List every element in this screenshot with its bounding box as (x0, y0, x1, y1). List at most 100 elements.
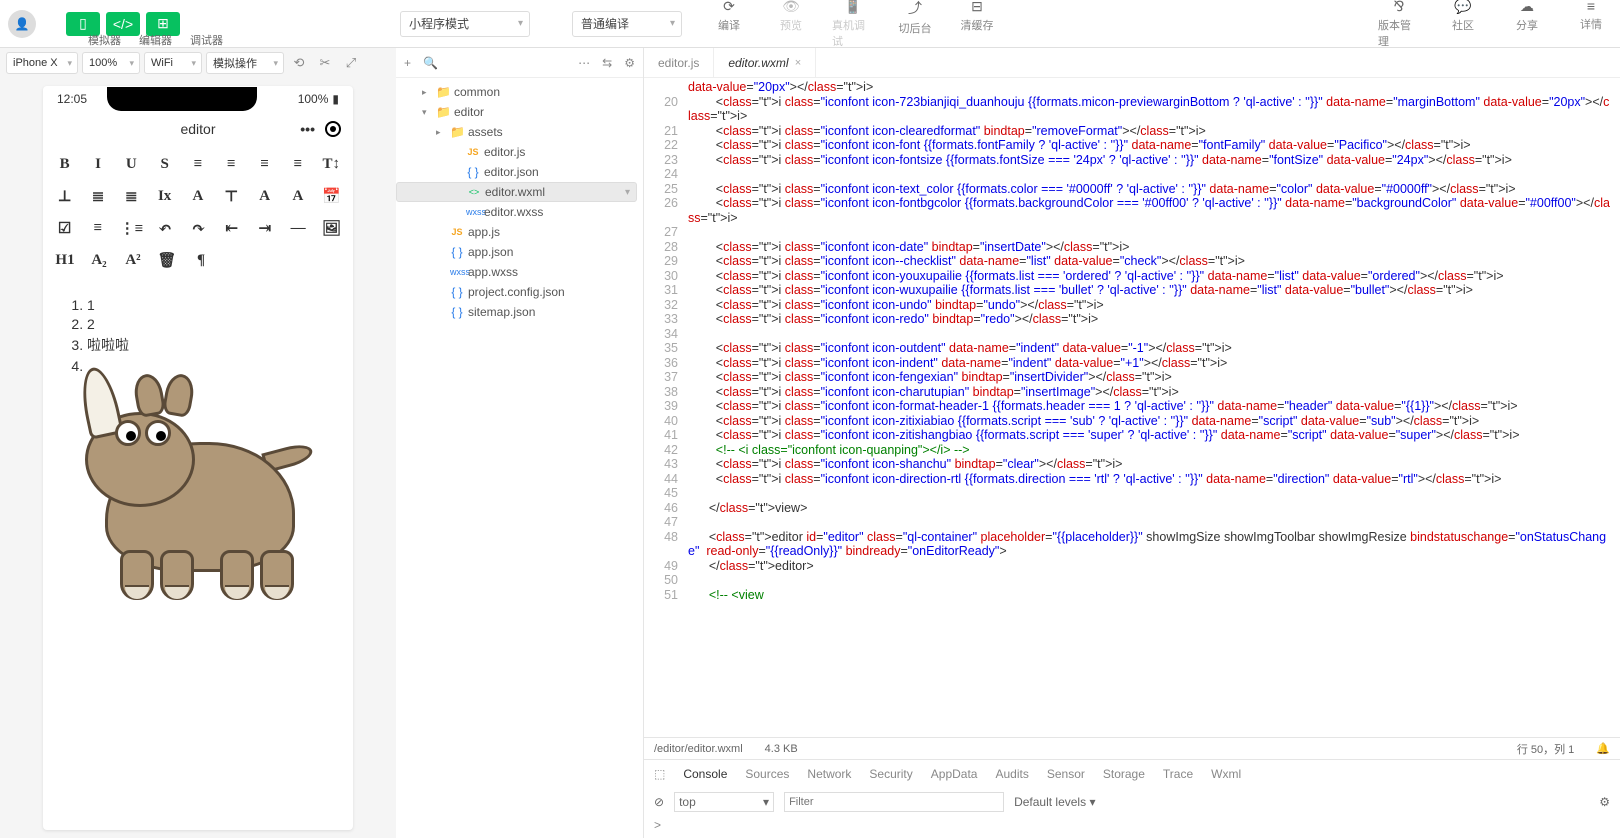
toolbar-🗑[interactable]: 🗑 (157, 250, 177, 270)
toolbar-≣[interactable]: ≣ (88, 186, 107, 206)
toolbar-I[interactable]: I (88, 154, 107, 174)
toolbar-☑[interactable]: ☑ (55, 218, 74, 238)
toolbar-≡[interactable]: ≡ (188, 154, 207, 174)
rich-editor-toolbar: BIUS≡≡≡≡T↕⊥≣≣IxA⊤AA📅☑≡⋮≡↶↷⇤⇥—🖼H1A₂A²🗑¶ (43, 146, 353, 290)
console-tab-Console[interactable]: Console (683, 767, 727, 781)
console-tab-Trace[interactable]: Trace (1163, 767, 1193, 781)
file-explorer: + 🔍 ⋯ ⇆ ⚙ ▸📁common▾📁editor▸📁assetsJSedit… (396, 48, 644, 838)
toolbar-—[interactable]: — (289, 218, 308, 238)
tree-editor.json[interactable]: { }editor.json (396, 162, 643, 182)
console-tab-Network[interactable]: Network (807, 767, 851, 781)
action-切后台[interactable]: ⤴切后台 (894, 0, 936, 49)
avatar[interactable]: 👤 (8, 10, 36, 38)
editor-content[interactable]: 12啦啦啦 (43, 290, 353, 614)
collapse-icon[interactable]: ⇆ (602, 56, 612, 70)
tab-editor.js[interactable]: editor.js (644, 48, 714, 77)
filter-input[interactable] (784, 792, 1004, 812)
tab-editor.wxml[interactable]: editor.wxml× (714, 48, 816, 77)
tree-app.wxss[interactable]: wxssapp.wxss (396, 262, 643, 282)
toolbar-A²[interactable]: A² (123, 250, 143, 270)
toolbar-⊥[interactable]: ⊥ (55, 186, 74, 206)
settings-icon[interactable]: ⚙ (624, 56, 635, 70)
toolbar-⇤[interactable]: ⇤ (222, 218, 241, 238)
action-预览[interactable]: 👁预览 (770, 0, 812, 49)
console-tab-Wxml[interactable]: Wxml (1211, 767, 1241, 781)
toolbar-≣[interactable]: ≣ (122, 186, 141, 206)
toolbar-≡[interactable]: ≡ (88, 218, 107, 238)
toolbar-B[interactable]: B (55, 154, 74, 174)
toolbar-⋮≡[interactable]: ⋮≡ (122, 218, 142, 238)
code-editor-panel: editor.jseditor.wxml× data-value="20px">… (644, 48, 1620, 838)
console-settings-icon[interactable]: ⚙ (1599, 795, 1610, 809)
toolbar-Ix[interactable]: Ix (155, 186, 174, 206)
right-版本管理[interactable]: ⅋版本管理 (1378, 0, 1420, 49)
page-titlebar: editor ••• (43, 112, 353, 146)
inspect-icon[interactable]: ⬚ (654, 767, 665, 781)
toolbar-A[interactable]: A (288, 186, 307, 206)
console-prompt[interactable]: > (644, 816, 1620, 838)
toolbar-↶[interactable]: ↶ (156, 218, 175, 238)
tree-editor.wxss[interactable]: wxsseditor.wxss (396, 202, 643, 222)
toolbar-📅[interactable]: 📅 (322, 186, 341, 206)
console-tab-Security[interactable]: Security (869, 767, 912, 781)
action-真机调试[interactable]: 📱真机调试 (832, 0, 874, 49)
phone-frame: 12:05 100%▮ editor ••• BIUS≡≡≡≡T↕⊥≣≣IxA⊤… (43, 86, 353, 830)
right-详情[interactable]: ≡详情 (1570, 0, 1612, 49)
close-icon[interactable]: × (795, 57, 801, 69)
toolbar-A₂[interactable]: A₂ (89, 250, 109, 270)
rhino-image (65, 382, 325, 602)
right-社区[interactable]: 💬社区 (1442, 0, 1484, 49)
rotate-icon[interactable]: ⟲ (288, 55, 310, 71)
tree-app.js[interactable]: JSapp.js (396, 222, 643, 242)
expand-icon[interactable]: ⤢ (340, 55, 362, 71)
toolbar-S[interactable]: S (155, 154, 174, 174)
compile-select[interactable]: 普通编译 (572, 11, 682, 37)
code-editor[interactable]: data-value="20px"></class="t">i>20 <clas… (644, 78, 1620, 737)
action-清缓存[interactable]: ⊟清缓存 (956, 0, 998, 49)
action-编译[interactable]: ⟳编译 (708, 0, 750, 49)
add-file-icon[interactable]: + (404, 56, 411, 70)
console-tab-Storage[interactable]: Storage (1103, 767, 1145, 781)
tree-project.config.json[interactable]: { }project.config.json (396, 282, 643, 302)
menu-dots-icon[interactable]: ••• (300, 121, 315, 137)
toolbar-⇥[interactable]: ⇥ (255, 218, 274, 238)
simulator-panel: iPhone X 100% WiFi 模拟操作 ⟲ ✂ ⤢ 12:05 100%… (0, 48, 396, 838)
tree-sitemap.json[interactable]: { }sitemap.json (396, 302, 643, 322)
toolbar-≡[interactable]: ≡ (255, 154, 274, 174)
tree-common[interactable]: ▸📁common (396, 82, 643, 102)
console-tab-Sensor[interactable]: Sensor (1047, 767, 1085, 781)
tree-editor[interactable]: ▾📁editor (396, 102, 643, 122)
toolbar-¶[interactable]: ¶ (191, 250, 211, 270)
toolbar-T↕[interactable]: T↕ (322, 154, 341, 174)
tree-editor.wxml[interactable]: <>editor.wxml (396, 182, 637, 202)
mode-select[interactable]: 小程序模式 (400, 11, 530, 37)
search-icon[interactable]: 🔍 (423, 56, 438, 70)
console-tab-Audits[interactable]: Audits (995, 767, 1028, 781)
scope-select[interactable]: top ▾ (674, 792, 774, 812)
network-select[interactable]: WiFi (144, 52, 202, 74)
toolbar-≡[interactable]: ≡ (222, 154, 241, 174)
toolbar-U[interactable]: U (122, 154, 141, 174)
mock-select[interactable]: 模拟操作 (206, 52, 284, 74)
toolbar-⊤[interactable]: ⊤ (222, 186, 241, 206)
close-circle-icon[interactable] (325, 121, 341, 137)
tree-app.json[interactable]: { }app.json (396, 242, 643, 262)
notification-icon[interactable]: 🔔 (1596, 742, 1610, 755)
toolbar-🖼[interactable]: 🖼 (322, 218, 341, 238)
tree-editor.js[interactable]: JSeditor.js (396, 142, 643, 162)
device-select[interactable]: iPhone X (6, 52, 78, 74)
level-select[interactable]: Default levels ▾ (1014, 795, 1134, 810)
toolbar-A[interactable]: A (188, 186, 207, 206)
ban-icon[interactable]: ⊘ (654, 795, 664, 809)
toolbar-≡[interactable]: ≡ (288, 154, 307, 174)
toolbar-↷[interactable]: ↷ (189, 218, 208, 238)
right-分享[interactable]: ☁分享 (1506, 0, 1548, 49)
toolbar-H1[interactable]: H1 (55, 250, 75, 270)
console-tab-AppData[interactable]: AppData (931, 767, 978, 781)
console-tab-Sources[interactable]: Sources (745, 767, 789, 781)
tree-assets[interactable]: ▸📁assets (396, 122, 643, 142)
cut-icon[interactable]: ✂ (314, 55, 336, 71)
more-icon[interactable]: ⋯ (578, 56, 590, 70)
zoom-select[interactable]: 100% (82, 52, 140, 74)
toolbar-A[interactable]: A (255, 186, 274, 206)
